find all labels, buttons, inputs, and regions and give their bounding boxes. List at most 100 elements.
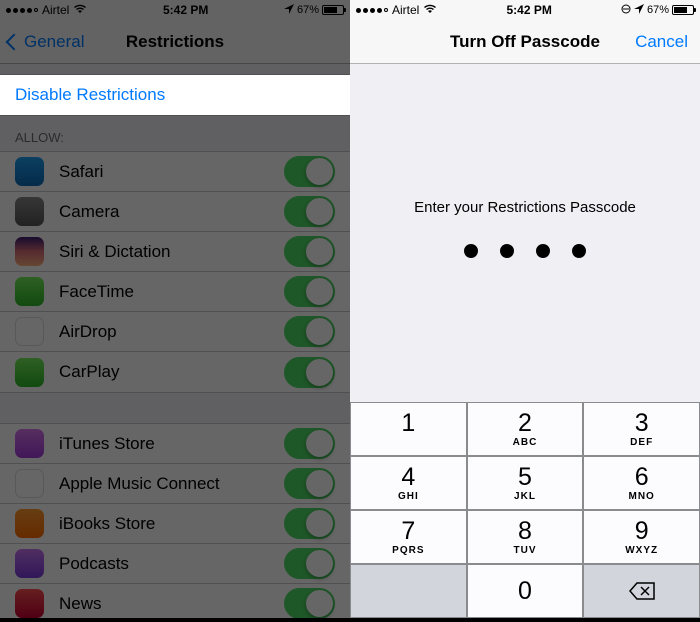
key-number: 2 bbox=[518, 411, 532, 436]
passcode-screen: Airtel 5:42 PM 67% Turn Off Passcode Can… bbox=[350, 0, 700, 618]
key-blank bbox=[350, 564, 467, 618]
key-letters: MNO bbox=[629, 491, 655, 502]
key-letters: WXYZ bbox=[625, 545, 658, 556]
key-number: 5 bbox=[518, 465, 532, 490]
row-airdrop: AirDrop bbox=[0, 312, 350, 352]
row-siri: Siri & Dictation bbox=[0, 232, 350, 272]
siri-icon bbox=[15, 237, 44, 266]
row-label: iTunes Store bbox=[59, 434, 284, 454]
row-label: News bbox=[59, 594, 284, 614]
row-itunes: iTunes Store bbox=[0, 424, 350, 464]
row-camera: Camera bbox=[0, 192, 350, 232]
carrier-label: Airtel bbox=[392, 3, 419, 17]
toggle-siri[interactable] bbox=[284, 236, 335, 267]
allow-header: ALLOW: bbox=[0, 116, 350, 151]
row-label: Apple Music Connect bbox=[59, 474, 284, 494]
row-label: FaceTime bbox=[59, 282, 284, 302]
toggle-airdrop[interactable] bbox=[284, 316, 335, 347]
row-facetime: FaceTime bbox=[0, 272, 350, 312]
key-number: 9 bbox=[635, 519, 649, 544]
row-label: iBooks Store bbox=[59, 514, 284, 534]
row-applemusic: Apple Music Connect bbox=[0, 464, 350, 504]
do-not-disturb-icon bbox=[621, 4, 631, 17]
allow-list-1: Safari Camera Siri & Dictation FaceTime AirD… bbox=[0, 151, 350, 393]
chevron-left-icon bbox=[6, 33, 23, 50]
camera-icon bbox=[15, 197, 44, 226]
page-title: Turn Off Passcode bbox=[450, 32, 600, 52]
row-label: Camera bbox=[59, 202, 284, 222]
passcode-dots bbox=[370, 244, 680, 258]
key-number: 0 bbox=[518, 579, 532, 604]
key-8[interactable]: 8TUV bbox=[467, 510, 584, 564]
key-letters: JKL bbox=[514, 491, 536, 502]
battery-percent: 67% bbox=[647, 4, 669, 16]
key-letters: PQRS bbox=[392, 545, 424, 556]
toggle-ibooks[interactable] bbox=[284, 508, 335, 539]
carplay-icon bbox=[15, 358, 44, 387]
podcasts-icon bbox=[15, 549, 44, 578]
back-button[interactable]: General bbox=[8, 32, 84, 52]
itunes-icon bbox=[15, 429, 44, 458]
row-label: AirDrop bbox=[59, 322, 284, 342]
safari-icon bbox=[15, 157, 44, 186]
key-number: 4 bbox=[401, 465, 415, 490]
row-ibooks: iBooks Store bbox=[0, 504, 350, 544]
toggle-facetime[interactable] bbox=[284, 276, 335, 307]
clock: 5:42 PM bbox=[163, 3, 208, 17]
key-3[interactable]: 3DEF bbox=[583, 402, 700, 456]
battery-icon bbox=[322, 5, 344, 15]
applemusic-icon bbox=[15, 469, 44, 498]
row-safari: Safari bbox=[0, 152, 350, 192]
passcode-prompt: Enter your Restrictions Passcode bbox=[370, 199, 680, 216]
toggle-safari[interactable] bbox=[284, 156, 335, 187]
status-bar: Airtel 5:42 PM 67% bbox=[350, 0, 700, 20]
numeric-keypad: 1 2ABC3DEF4GHI5JKL6MNO7PQRS8TUV9WXYZ0 bbox=[350, 402, 700, 618]
toggle-itunes[interactable] bbox=[284, 428, 335, 459]
signal-icon bbox=[356, 8, 388, 13]
key-5[interactable]: 5JKL bbox=[467, 456, 584, 510]
ibooks-icon bbox=[15, 509, 44, 538]
key-2[interactable]: 2ABC bbox=[467, 402, 584, 456]
row-label: Podcasts bbox=[59, 554, 284, 574]
key-number: 6 bbox=[635, 465, 649, 490]
battery-icon bbox=[672, 5, 694, 15]
row-label: Safari bbox=[59, 162, 284, 182]
key-9[interactable]: 9WXYZ bbox=[583, 510, 700, 564]
row-news: News bbox=[0, 584, 350, 618]
toggle-podcasts[interactable] bbox=[284, 548, 335, 579]
toggle-camera[interactable] bbox=[284, 196, 335, 227]
key-4[interactable]: 4GHI bbox=[350, 456, 467, 510]
location-icon bbox=[284, 4, 294, 17]
passcode-area: Enter your Restrictions Passcode bbox=[350, 64, 700, 258]
backspace-key[interactable] bbox=[583, 564, 700, 618]
key-number: 1 bbox=[401, 411, 415, 436]
key-1[interactable]: 1 bbox=[350, 402, 467, 456]
key-letters: TUV bbox=[514, 545, 537, 556]
status-bar: Airtel 5:42 PM 67% bbox=[0, 0, 350, 20]
restrictions-screen: Airtel 5:42 PM 67% General Restrictions … bbox=[0, 0, 350, 618]
airdrop-icon bbox=[15, 317, 44, 346]
news-icon bbox=[15, 589, 44, 618]
key-letters: ABC bbox=[513, 437, 538, 448]
nav-header: General Restrictions bbox=[0, 20, 350, 64]
carrier-label: Airtel bbox=[42, 3, 69, 17]
facetime-icon bbox=[15, 277, 44, 306]
disable-restrictions-cell[interactable]: Disable Restrictions bbox=[0, 75, 350, 115]
key-0[interactable]: 0 bbox=[467, 564, 584, 618]
toggle-carplay[interactable] bbox=[284, 357, 335, 388]
row-label: CarPlay bbox=[59, 362, 284, 382]
nav-header: Turn Off Passcode Cancel bbox=[350, 20, 700, 64]
row-podcasts: Podcasts bbox=[0, 544, 350, 584]
wifi-icon bbox=[423, 3, 437, 17]
battery-percent: 67% bbox=[297, 4, 319, 16]
key-6[interactable]: 6MNO bbox=[583, 456, 700, 510]
key-letters: DEF bbox=[630, 437, 653, 448]
page-title: Restrictions bbox=[126, 32, 224, 52]
row-label: Siri & Dictation bbox=[59, 242, 284, 262]
key-number: 7 bbox=[401, 519, 415, 544]
cancel-button[interactable]: Cancel bbox=[635, 32, 688, 52]
toggle-news[interactable] bbox=[284, 588, 335, 618]
toggle-applemusic[interactable] bbox=[284, 468, 335, 499]
key-7[interactable]: 7PQRS bbox=[350, 510, 467, 564]
backspace-icon bbox=[629, 582, 655, 600]
